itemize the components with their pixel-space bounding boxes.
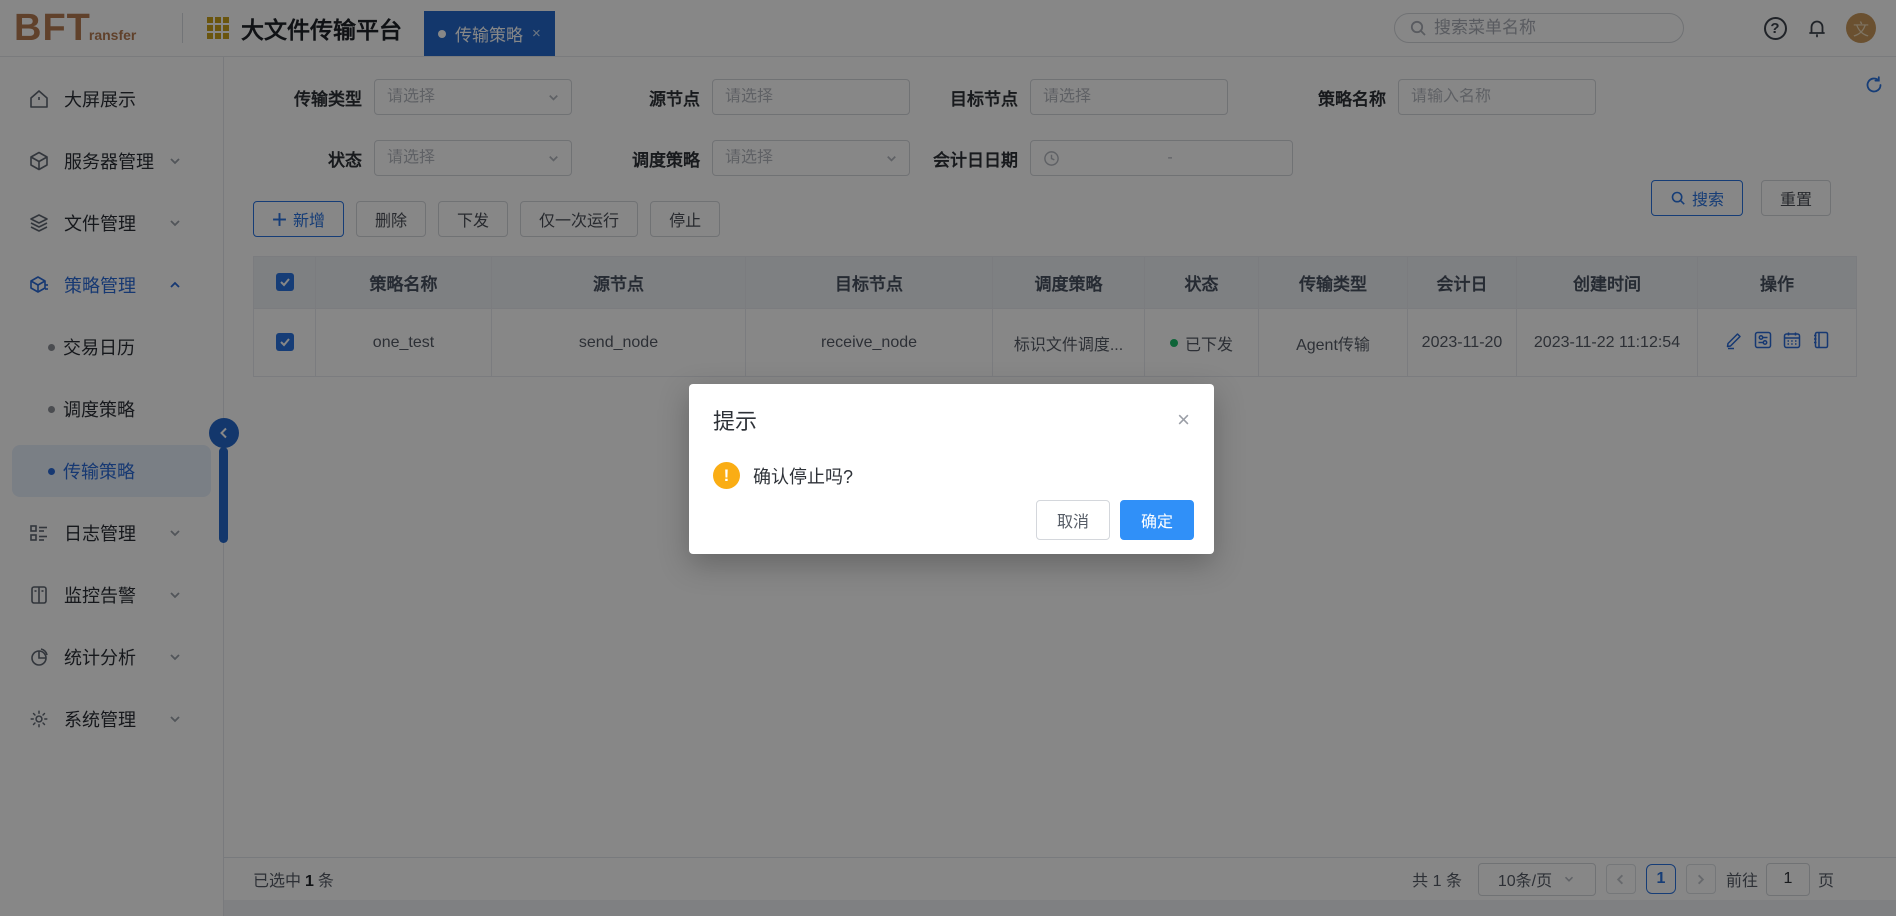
cancel-button[interactable]: 取消 xyxy=(1036,500,1110,540)
app-root: BFT ransfer 大文件传输平台 传输策略 × ? xyxy=(0,0,1896,916)
warning-icon: ! xyxy=(713,462,740,489)
dialog-footer: 取消 确定 xyxy=(1036,500,1194,540)
dialog-header: 提示 × xyxy=(689,384,1214,436)
dialog-title: 提示 xyxy=(713,404,757,436)
close-icon[interactable]: × xyxy=(1177,409,1190,431)
confirm-button[interactable]: 确定 xyxy=(1120,500,1194,540)
dialog-message: 确认停止吗? xyxy=(753,463,853,489)
dialog-body: ! 确认停止吗? xyxy=(689,436,1214,489)
confirm-dialog: 提示 × ! 确认停止吗? 取消 确定 xyxy=(689,384,1214,554)
